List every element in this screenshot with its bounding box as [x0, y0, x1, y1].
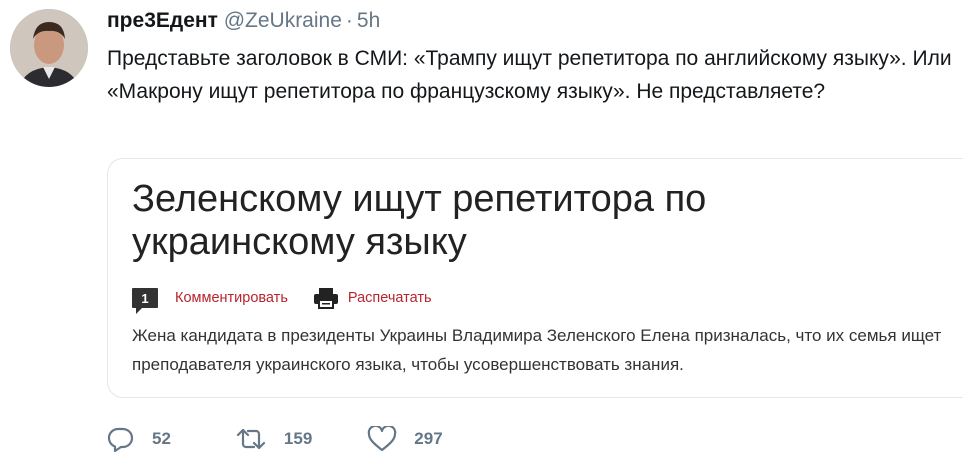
retweet-button[interactable]: 159 [235, 427, 312, 451]
like-count: 297 [414, 429, 443, 448]
tweet-actions: 52 159 297 [107, 424, 443, 454]
tweet-text: Представьте заголовок в СМИ: «Трампу ищу… [107, 47, 952, 103]
author-name[interactable]: пре3Едент [107, 9, 218, 32]
retweet-count: 159 [283, 429, 313, 448]
printer-icon[interactable] [313, 287, 339, 309]
reply-icon [107, 426, 135, 452]
comment-link[interactable]: Комментировать [175, 290, 288, 306]
reply-button[interactable]: 52 [107, 426, 171, 452]
link-preview-card[interactable]: Зеленскому ищут репетитора по украинском… [107, 158, 963, 398]
article-description: Жена кандидата в президенты Украины Влад… [132, 326, 942, 374]
separator-dot: · [345, 9, 353, 32]
retweet-icon [235, 427, 267, 451]
tweet-header: пре3Едент @ZeUkraine · 5h [107, 9, 380, 33]
comment-count-icon: 1 [132, 288, 158, 314]
reply-count: 52 [152, 429, 171, 448]
print-link[interactable]: Распечатать [348, 290, 432, 306]
like-button[interactable]: 297 [367, 426, 443, 452]
article-title: Зеленскому ищут репетитора по украинском… [132, 178, 707, 263]
author-handle[interactable]: @ZeUkraine [224, 9, 342, 32]
avatar[interactable] [10, 9, 88, 87]
heart-icon [367, 426, 397, 452]
comment-count: 1 [141, 290, 149, 306]
article-meta-row: 1 Комментировать Распечатать [132, 287, 432, 314]
tweet-timestamp[interactable]: 5h [357, 9, 380, 32]
